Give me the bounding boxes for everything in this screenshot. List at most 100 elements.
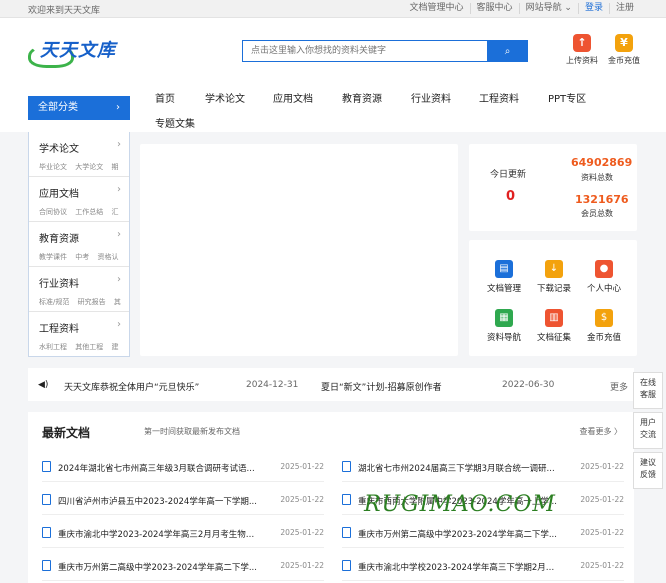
category-industry[interactable]: 行业资料 › 标准/规范 研究报告 其 <box>29 267 129 312</box>
doc-list-item[interactable]: 重庆市渝北中学校2023-2024学年高三下学期2月月... 2025-01-2… <box>342 549 624 581</box>
feedback-button[interactable]: 建议 反馈 <box>633 452 663 489</box>
subcategory-link[interactable]: 标准/规范 <box>39 298 69 306</box>
user-exchange-button[interactable]: 用户 交流 <box>633 412 663 449</box>
subcategory-link[interactable]: 期 <box>111 163 118 171</box>
category-academic[interactable]: 学术论文 › 毕业论文 大学论文 期 <box>29 132 129 177</box>
announcement-date: 2022-06-30 <box>502 380 555 390</box>
subcategory-link[interactable]: 合同协议 <box>39 208 67 216</box>
subcategory-link[interactable]: 中考 <box>75 253 89 261</box>
subcategory-link[interactable]: 其他工程 <box>75 343 103 351</box>
nav-item-engineering[interactable]: 工程资料 <box>479 90 519 105</box>
category-title: 行业资料 <box>39 279 79 290</box>
nav-item-home[interactable]: 首页 <box>155 90 175 105</box>
coin-icon: ¥ <box>615 34 633 52</box>
category-engineering[interactable]: 工程资料 › 水利工程 其他工程 建 <box>29 312 129 357</box>
subcategory-link[interactable]: 研究报告 <box>78 298 106 306</box>
doc-list-item[interactable]: 湖北省七市州2024届高三下学期3月联合统一调研... 2025-01-22 <box>342 450 624 482</box>
announcement-title[interactable]: 天天文库恭祝全体用户“元旦快乐” <box>64 380 199 393</box>
total-docs-value: 64902869 <box>571 156 633 169</box>
recharge-shortcut[interactable]: $ 金币充值 <box>581 309 627 343</box>
subcategory-link[interactable]: 建 <box>111 343 118 351</box>
doc-date: 2025-01-22 <box>280 561 324 570</box>
members-value: 1321676 <box>575 193 629 206</box>
more-news-link[interactable]: 更多 <box>610 380 628 393</box>
category-subs: 标准/规范 研究报告 其 <box>39 297 127 307</box>
view-more-link[interactable]: 查看更多 〉 <box>579 426 622 437</box>
doc-title: 重庆市渝北中学校2023-2024学年高三下学期2月月... <box>358 563 558 573</box>
shortcut-label: 个人中心 <box>586 284 621 294</box>
subcategory-link[interactable]: 资格认 <box>97 253 118 261</box>
banner-area[interactable] <box>140 144 458 356</box>
shortcut-label: 金币充值 <box>586 333 621 343</box>
category-title: 学术论文 <box>39 144 79 155</box>
today-update-value: 0 <box>506 189 516 204</box>
doc-title: 四川省泸州市泸县五中2023-2024学年高一下学期... <box>58 497 257 507</box>
site-nav-link[interactable]: 网站导航 ⌄ <box>518 3 578 14</box>
float-label: 交流 <box>640 430 656 439</box>
announcement-bar: ◀) 天天文库恭祝全体用户“元旦快乐” 2024-12-31 夏日“新文”计划-… <box>28 368 634 401</box>
subcategory-link[interactable]: 水利工程 <box>39 343 67 351</box>
doc-date: 2025-01-22 <box>580 462 624 471</box>
subcategory-link[interactable]: 其 <box>114 298 121 306</box>
document-icon <box>342 461 351 472</box>
subcategory-link[interactable]: 汇 <box>111 208 118 216</box>
search-input[interactable] <box>242 40 487 62</box>
float-label: 反馈 <box>640 470 656 479</box>
personal-center-shortcut[interactable]: ● 个人中心 <box>581 260 627 294</box>
doc-title: 2024年湖北省七市州高三年级3月联合调研考试语... <box>58 464 255 474</box>
register-link[interactable]: 注册 <box>608 3 640 14</box>
resource-nav-shortcut[interactable]: ▦ 资料导航 <box>481 309 527 343</box>
subcategory-link[interactable]: 工作总结 <box>75 208 103 216</box>
doc-list-item[interactable]: 四川省泸州市泸县五中2023-2024学年高一下学期... 2025-01-22 <box>42 483 324 515</box>
nav-item-industry[interactable]: 行业资料 <box>411 90 451 105</box>
doc-list-item[interactable]: 重庆市万州第二高级中学2023-2024学年高二下学... 2025-01-22 <box>342 516 624 548</box>
nav-item-education[interactable]: 教育资源 <box>342 90 382 105</box>
chevron-right-icon: › <box>117 274 121 285</box>
members-label: 会员总数 <box>581 209 613 218</box>
subcategory-link[interactable]: 教学课件 <box>39 253 67 261</box>
doc-list-item[interactable]: 2024年湖北省七市州高三年级3月联合调研考试语... 2025-01-22 <box>42 450 324 482</box>
section-subtitle: 第一时间获取最新发布文档 <box>144 427 240 436</box>
doc-title: 重庆市万州第二高级中学2023-2024学年高二下学... <box>358 530 557 540</box>
all-categories-button[interactable]: 全部分类 › <box>28 96 130 120</box>
doc-center-link[interactable]: 文档管理中心 <box>404 3 470 14</box>
online-service-button[interactable]: 在线 客服 <box>633 372 663 409</box>
download-history-shortcut[interactable]: ↓ 下载记录 <box>531 260 577 294</box>
doc-collect-shortcut[interactable]: ▥ 文档征集 <box>531 309 577 343</box>
subcategory-link[interactable]: 毕业论文 <box>39 163 67 171</box>
doc-date: 2025-01-22 <box>580 495 624 504</box>
top-bar: 欢迎来到天天文库 文档管理中心 客服中心 网站导航 ⌄ 登录 注册 <box>0 0 666 18</box>
shortcut-label: 文档管理 <box>486 284 521 294</box>
nav-item-topics[interactable]: 专题文集 <box>155 115 195 130</box>
nav-item-ppt[interactable]: PPT专区 <box>548 90 586 105</box>
doc-title: 重庆市万州第二高级中学2023-2024学年高二下学... <box>58 563 257 573</box>
doc-list-item[interactable]: 重庆市渝北中学2023-2024学年高三2月月考生物试... 2025-01-2… <box>42 516 324 548</box>
login-link[interactable]: 登录 <box>577 3 609 14</box>
doc-date: 2025-01-22 <box>580 528 624 537</box>
nav-item-academic[interactable]: 学术论文 <box>205 90 245 105</box>
chevron-right-icon: › <box>117 184 121 195</box>
category-title: 教育资源 <box>39 234 79 245</box>
subcategory-link[interactable]: 大学论文 <box>75 163 103 171</box>
category-education[interactable]: 教育资源 › 教学课件 中考 资格认 <box>29 222 129 267</box>
recharge-button[interactable]: ¥ 金币充值 <box>604 34 644 66</box>
announcement-title[interactable]: 夏日“新文”计划-招募原创作者 <box>321 380 442 393</box>
category-applied[interactable]: 应用文档 › 合同协议 工作总结 汇 <box>29 177 129 222</box>
clipboard-icon: ▥ <box>545 309 563 327</box>
chevron-right-icon: › <box>117 229 121 240</box>
site-logo[interactable]: 天天文库 <box>28 34 118 70</box>
document-icon <box>342 560 351 571</box>
section-title: 最新文档 <box>42 426 91 440</box>
document-icon <box>342 494 351 505</box>
doc-manage-shortcut[interactable]: ▤ 文档管理 <box>481 260 527 294</box>
doc-list-item[interactable]: 重庆市万州第二高级中学2023-2024学年高二下学... 2025-01-22 <box>42 549 324 581</box>
upload-icon: ↑ <box>573 34 591 52</box>
top-links: 文档管理中心 客服中心 网站导航 ⌄ 登录 注册 <box>404 3 640 14</box>
nav-item-applied[interactable]: 应用文档 <box>273 90 313 105</box>
document-icon <box>42 527 51 538</box>
doc-date: 2025-01-22 <box>580 561 624 570</box>
service-center-link[interactable]: 客服中心 <box>469 3 519 14</box>
upload-button[interactable]: ↑ 上传资料 <box>562 34 602 66</box>
search-button[interactable]: ⌕ <box>487 40 528 62</box>
float-label: 用户 <box>640 418 656 427</box>
